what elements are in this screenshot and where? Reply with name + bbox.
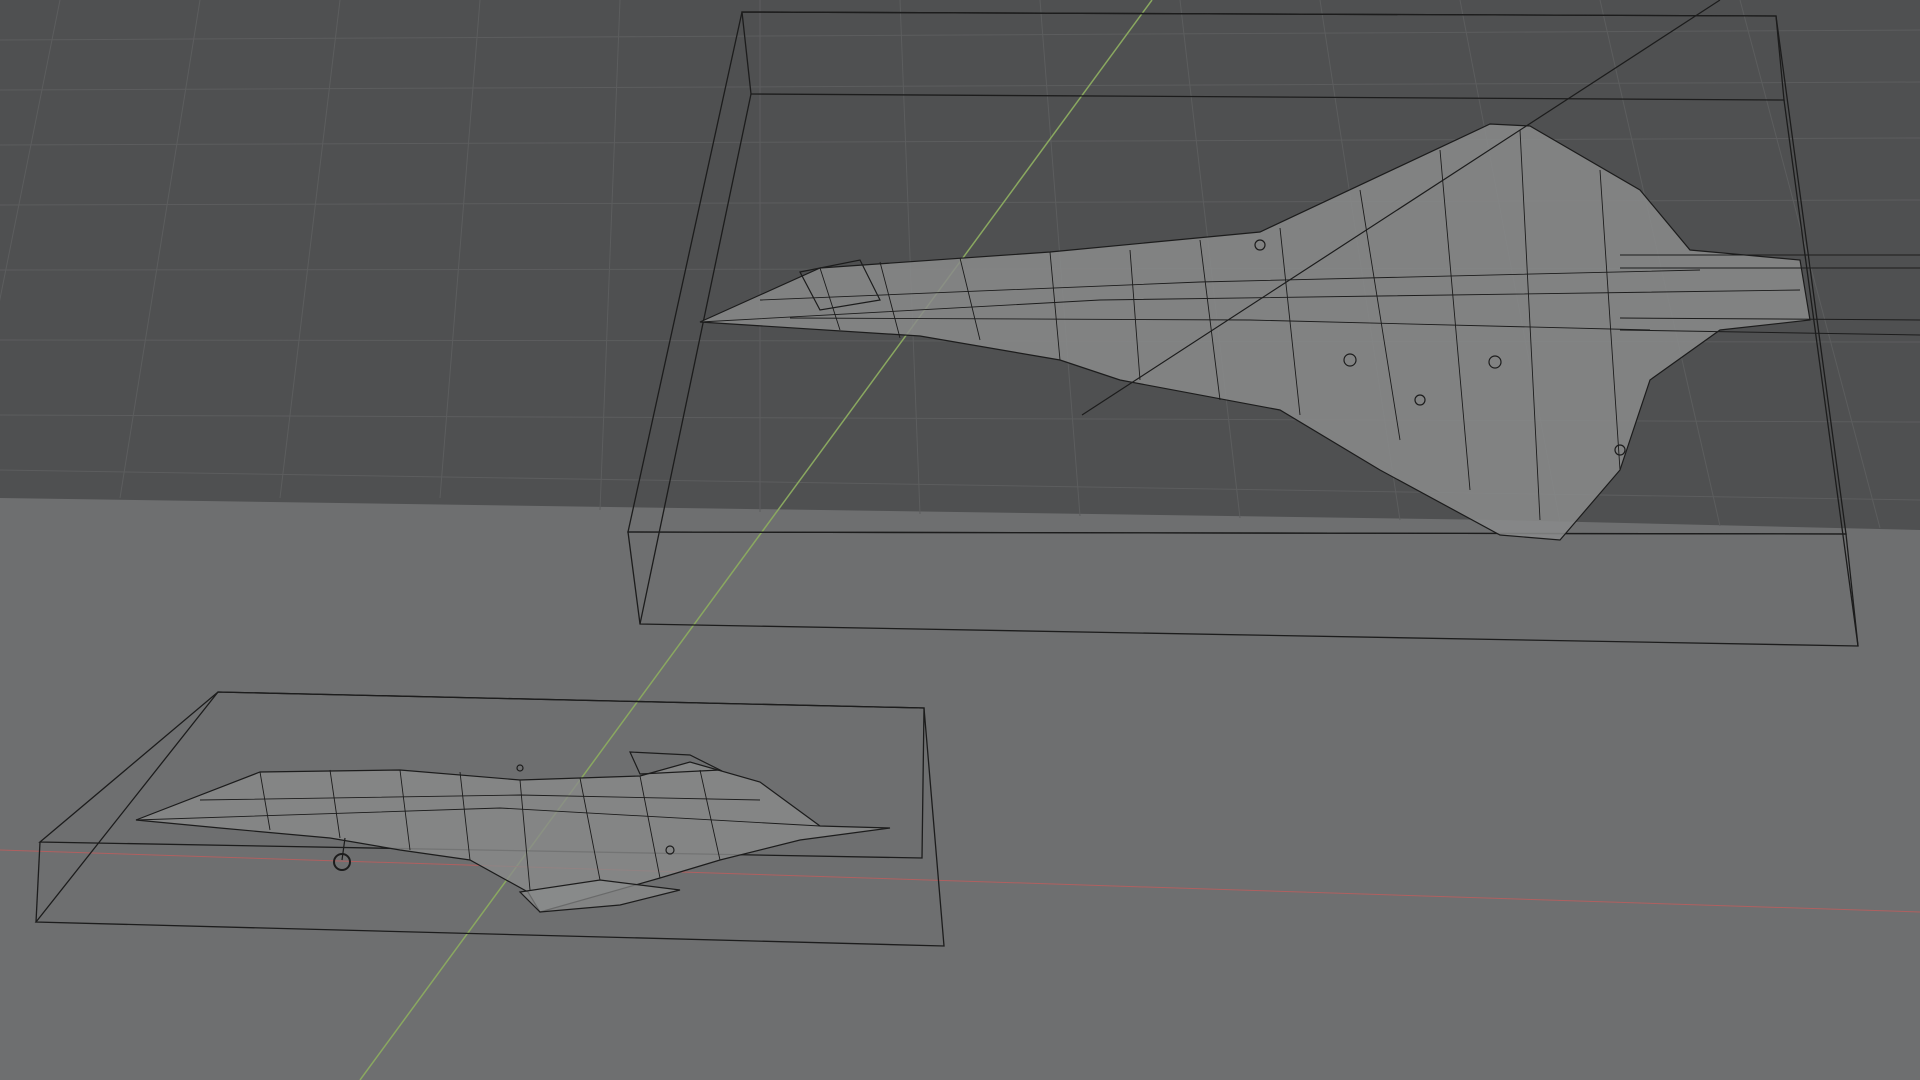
x-axis-line	[0, 849, 1920, 913]
3d-viewport[interactable]	[0, 0, 1920, 1080]
aircraft-small[interactable]	[135, 751, 891, 913]
